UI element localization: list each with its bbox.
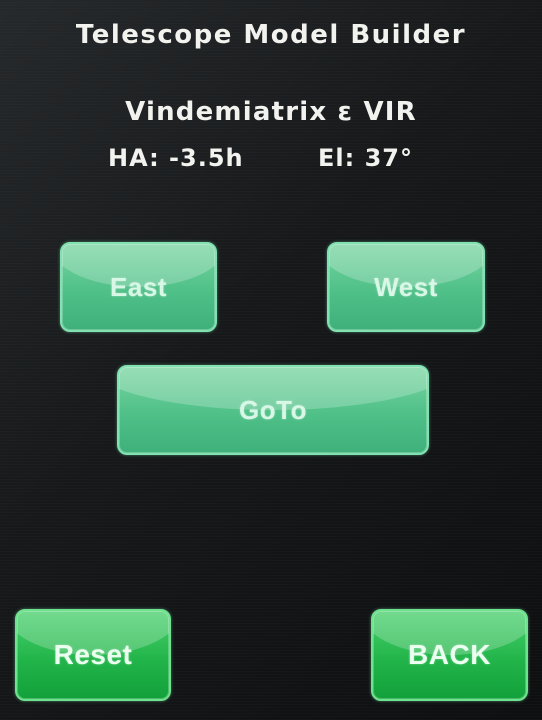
goto-button[interactable]: GoTo [117, 365, 429, 455]
page-title: Telescope Model Builder [75, 20, 467, 50]
reset-button-label: Reset [53, 639, 133, 670]
elevation-readout: El: 37° [318, 144, 413, 172]
east-button[interactable]: East [60, 242, 217, 332]
touchscreen: Telescope Model Builder Vindemiatrix ε V… [0, 0, 542, 720]
west-button[interactable]: West [327, 242, 485, 332]
reset-button[interactable]: Reset [15, 609, 171, 701]
hour-angle-readout: HA: -3.5h [108, 144, 244, 172]
target-star-name: Vindemiatrix ε VIR [125, 97, 417, 127]
back-button[interactable]: BACK [371, 609, 528, 701]
east-button-label: East [110, 271, 167, 302]
back-button-label: BACK [408, 639, 491, 670]
west-button-label: West [374, 271, 438, 302]
goto-button-label: GoTo [239, 394, 307, 425]
